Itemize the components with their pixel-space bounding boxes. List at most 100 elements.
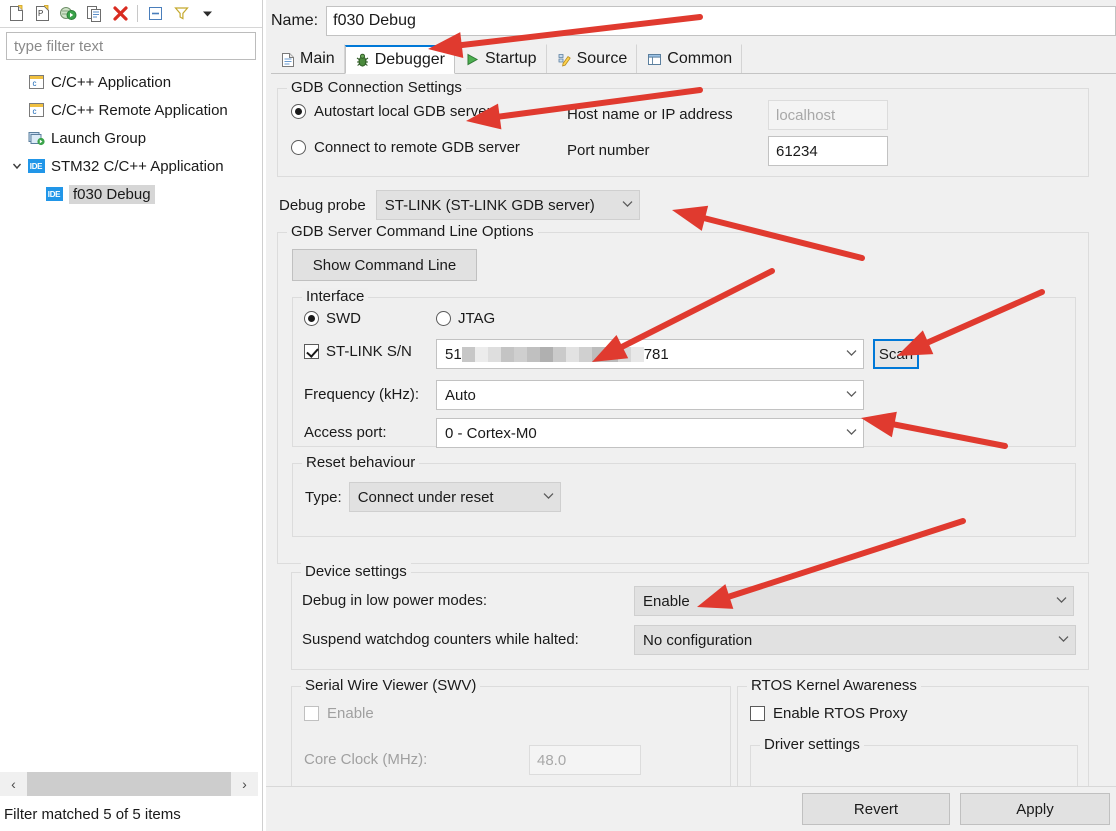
host-name-placeholder: localhost: [776, 107, 835, 124]
delete-icon[interactable]: [107, 2, 133, 26]
rtos-kernel-awareness-group: RTOS Kernel Awareness Enable RTOS Proxy …: [737, 686, 1089, 786]
reset-type-value: Connect under reset: [358, 489, 494, 506]
launch-configuration-tree[interactable]: c C/C++ Application c C/C++ Remote Appli…: [0, 68, 263, 768]
apply-button[interactable]: Apply: [960, 793, 1110, 825]
core-clock-input[interactable]: 48.0: [529, 745, 641, 775]
jtag-radio[interactable]: JTAG: [436, 310, 495, 327]
host-name-label: Host name or IP address: [567, 106, 733, 123]
scan-label: Scan: [879, 346, 913, 363]
tree-horizontal-scrollbar[interactable]: ‹ ›: [0, 772, 258, 796]
tab-common[interactable]: Common: [637, 44, 742, 73]
autostart-local-gdb-server-radio[interactable]: Autostart local GDB server: [291, 103, 492, 120]
connect-remote-gdb-server-radio[interactable]: Connect to remote GDB server: [291, 139, 520, 156]
interface-group: Interface SWD JTAG ST-LINK S/N: [292, 297, 1076, 447]
autostart-label: Autostart local GDB server: [314, 103, 492, 120]
swv-enable-checkbox[interactable]: Enable: [304, 705, 374, 722]
new-launch-configuration-icon[interactable]: [3, 2, 29, 26]
tree-item-label: C/C++ Application: [51, 74, 171, 91]
checkbox-indicator: [304, 344, 319, 359]
port-number-input[interactable]: 61234: [768, 136, 888, 166]
view-menu-icon[interactable]: [194, 2, 220, 26]
show-command-line-button[interactable]: Show Command Line: [292, 249, 477, 281]
gdb-server-command-line-options-group: GDB Server Command Line Options Show Com…: [277, 232, 1089, 564]
reset-behaviour-label: Reset behaviour: [302, 454, 419, 471]
apply-label: Apply: [1016, 801, 1054, 818]
tab-main[interactable]: Main: [271, 44, 345, 73]
tree-item-f030-debug[interactable]: IDE f030 Debug: [0, 180, 263, 208]
source-icon: [557, 52, 572, 67]
radio-indicator: [291, 140, 306, 155]
device-settings-group: Device settings Debug in low power modes…: [291, 572, 1089, 670]
debug-probe-label: Debug probe: [279, 197, 366, 214]
tree-item-stm32-c-cpp-application[interactable]: IDE STM32 C/C++ Application: [0, 152, 263, 180]
scroll-right-arrow-icon[interactable]: ›: [231, 772, 258, 796]
filter-placeholder: type filter text: [14, 38, 103, 55]
collapse-all-icon[interactable]: [142, 2, 168, 26]
port-number-label: Port number: [567, 142, 650, 159]
c-application-icon: c: [26, 101, 46, 119]
interface-label: Interface: [302, 288, 368, 305]
scan-button[interactable]: Scan: [873, 339, 919, 369]
stlink-sn-combo[interactable]: 51781: [436, 339, 864, 369]
stlink-sn-prefix: 51: [445, 346, 462, 363]
rtos-label: RTOS Kernel Awareness: [747, 677, 921, 694]
scrollbar-thumb[interactable]: [27, 772, 231, 796]
tree-item-launch-group[interactable]: Launch Group: [0, 124, 263, 152]
common-icon: [647, 52, 662, 67]
stlink-sn-checkbox[interactable]: ST-LINK S/N: [304, 343, 412, 360]
chevron-down-icon: [543, 491, 554, 503]
debugger-tab-content: GDB Connection Settings Autostart local …: [271, 74, 1116, 786]
watchdog-combo[interactable]: No configuration: [634, 625, 1076, 655]
filter-status-text: Filter matched 5 of 5 items: [4, 800, 262, 828]
chevron-down-icon: [1058, 634, 1069, 646]
scroll-left-arrow-icon[interactable]: ‹: [0, 772, 27, 796]
chevron-down-icon[interactable]: [8, 152, 26, 180]
panel-divider: [262, 0, 263, 831]
low-power-combo[interactable]: Enable: [634, 586, 1074, 616]
new-prototype-icon[interactable]: P: [29, 2, 55, 26]
tree-item-label: C/C++ Remote Application: [51, 102, 228, 119]
host-name-input[interactable]: localhost: [768, 100, 888, 130]
tab-label: Source: [577, 50, 628, 68]
launch-config-toolbar: P: [0, 0, 263, 28]
gdb-connection-settings-label: GDB Connection Settings: [287, 79, 466, 96]
name-input-value: f030 Debug: [333, 12, 416, 30]
reset-type-combo[interactable]: Connect under reset: [349, 482, 561, 512]
ide-icon: IDE: [26, 157, 46, 175]
swd-label: SWD: [326, 310, 361, 327]
enable-rtos-proxy-label: Enable RTOS Proxy: [773, 705, 908, 722]
stlink-sn-label: ST-LINK S/N: [326, 343, 412, 360]
swd-radio[interactable]: SWD: [304, 310, 361, 327]
filter-input[interactable]: type filter text: [6, 32, 256, 60]
tab-startup[interactable]: Startup: [455, 44, 547, 73]
tree-item-c-cpp-application[interactable]: c C/C++ Application: [0, 68, 263, 96]
tab-debugger[interactable]: Debugger: [345, 45, 455, 74]
tree-item-label: STM32 C/C++ Application: [51, 158, 224, 175]
document-icon: [281, 52, 295, 67]
chevron-down-icon: [846, 427, 857, 439]
enable-rtos-proxy-checkbox[interactable]: Enable RTOS Proxy: [750, 705, 908, 722]
name-label: Name:: [271, 12, 318, 30]
toolbar-separator: [137, 5, 138, 22]
tab-label: Startup: [485, 50, 537, 68]
access-port-combo[interactable]: 0 - Cortex-M0: [436, 418, 864, 448]
redacted-serial-number: [462, 347, 644, 362]
revert-button[interactable]: Revert: [802, 793, 950, 825]
launch-group-icon: [26, 129, 46, 147]
low-power-value: Enable: [643, 593, 690, 610]
tab-source[interactable]: Source: [547, 44, 638, 73]
debug-probe-combo[interactable]: ST-LINK (ST-LINK GDB server): [376, 190, 640, 220]
name-input[interactable]: f030 Debug: [326, 6, 1116, 36]
show-command-line-label: Show Command Line: [313, 257, 456, 274]
watchdog-value: No configuration: [643, 632, 752, 649]
filter-icon[interactable]: [168, 2, 194, 26]
tree-item-c-cpp-remote-application[interactable]: c C/C++ Remote Application: [0, 96, 263, 124]
core-clock-label: Core Clock (MHz):: [304, 751, 427, 768]
svg-text:P: P: [38, 9, 43, 18]
reset-type-label: Type:: [305, 489, 342, 506]
frequency-combo[interactable]: Auto: [436, 380, 864, 410]
radio-indicator: [304, 311, 319, 326]
duplicate-icon[interactable]: [81, 2, 107, 26]
swv-enable-label: Enable: [327, 705, 374, 722]
new-launch-group-icon[interactable]: [55, 2, 81, 26]
